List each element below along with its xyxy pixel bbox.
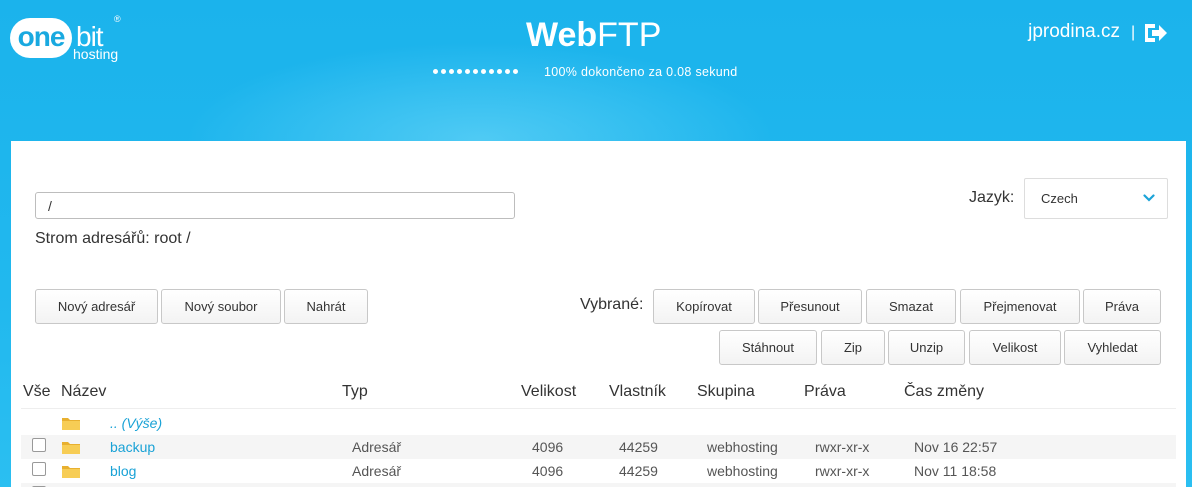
move-button[interactable]: Přesunout — [758, 289, 862, 324]
progress-dots — [433, 63, 521, 77]
file-mtime: Nov 11 18:58 — [914, 463, 997, 479]
language-select[interactable]: Czech — [1024, 178, 1168, 219]
row-checkbox[interactable] — [32, 462, 46, 476]
logo-one: one — [10, 18, 72, 58]
logo-registered: ® — [114, 14, 121, 24]
file-rights: rwxr-xr-x — [815, 439, 870, 455]
file-group: webhosting — [707, 439, 778, 455]
col-header-name[interactable]: Název — [61, 383, 106, 401]
table-row[interactable] — [21, 483, 1176, 487]
table-row[interactable]: blog Adresář 4096 44259 webhosting rwxr-… — [21, 459, 1176, 483]
file-owner: 44259 — [619, 463, 658, 479]
header-separator: | — [1131, 24, 1136, 41]
unzip-button[interactable]: Unzip — [888, 330, 965, 365]
search-button[interactable]: Vyhledat — [1064, 330, 1161, 365]
col-header-size[interactable]: Velikost — [521, 383, 576, 401]
folder-icon — [62, 418, 80, 430]
language-label: Jazyk: — [969, 189, 1015, 206]
col-header-group[interactable]: Skupina — [697, 383, 755, 401]
user-domain[interactable]: jprodina.cz — [1028, 21, 1120, 43]
logout-icon[interactable] — [1142, 20, 1168, 46]
app-title-bold: Web — [526, 16, 598, 54]
upload-button[interactable]: Nahrát — [284, 289, 368, 324]
main-panel: Strom adresářů: root / Jazyk: Czech Nový… — [11, 141, 1186, 487]
col-header-type[interactable]: Typ — [342, 383, 368, 401]
table-row[interactable]: backup Adresář 4096 44259 webhosting rwx… — [21, 435, 1176, 459]
file-mtime: Nov 16 22:57 — [914, 439, 998, 455]
status-text: 100% dokončeno za 0.08 sekund — [544, 65, 738, 79]
header-divider — [21, 408, 1176, 409]
path-input[interactable] — [35, 192, 515, 219]
rights-button[interactable]: Práva — [1083, 289, 1161, 324]
col-header-all[interactable]: Vše — [23, 383, 51, 401]
logo-hosting: hosting — [73, 46, 119, 62]
copy-button[interactable]: Kopírovat — [653, 289, 755, 324]
new-file-button[interactable]: Nový soubor — [161, 289, 281, 324]
chevron-down-icon — [1143, 194, 1155, 202]
col-header-mtime[interactable]: Čas změny — [904, 383, 984, 401]
app-title: WebFTP — [526, 16, 661, 55]
row-checkbox[interactable] — [32, 438, 46, 452]
up-link[interactable]: .. (Výše) — [110, 415, 162, 431]
language-selected: Czech — [1041, 191, 1078, 206]
zip-button[interactable]: Zip — [821, 330, 885, 365]
file-size: 4096 — [532, 439, 564, 455]
folder-icon — [62, 466, 80, 478]
download-button[interactable]: Stáhnout — [719, 330, 817, 365]
folder-icon — [62, 442, 80, 454]
file-type: Adresář — [352, 439, 402, 455]
file-group: webhosting — [707, 463, 778, 479]
col-header-rights[interactable]: Práva — [804, 383, 846, 401]
file-name-link[interactable]: blog — [110, 463, 136, 479]
file-name-link[interactable]: backup — [110, 439, 155, 455]
rename-button[interactable]: Přejmenovat — [960, 289, 1080, 324]
table-row-up[interactable]: .. (Výše) — [21, 411, 1176, 435]
size-button[interactable]: Velikost — [969, 330, 1061, 365]
directory-tree: Strom adresářů: root / — [35, 230, 191, 247]
file-type: Adresář — [352, 463, 402, 479]
col-header-owner[interactable]: Vlastník — [609, 383, 666, 401]
file-size: 4096 — [532, 463, 564, 479]
selected-label: Vybrané: — [580, 296, 644, 313]
app-title-rest: FTP — [597, 16, 662, 54]
new-directory-button[interactable]: Nový adresář — [35, 289, 158, 324]
file-owner: 44259 — [619, 439, 658, 455]
file-rights: rwxr-xr-x — [815, 463, 870, 479]
delete-button[interactable]: Smazat — [866, 289, 956, 324]
